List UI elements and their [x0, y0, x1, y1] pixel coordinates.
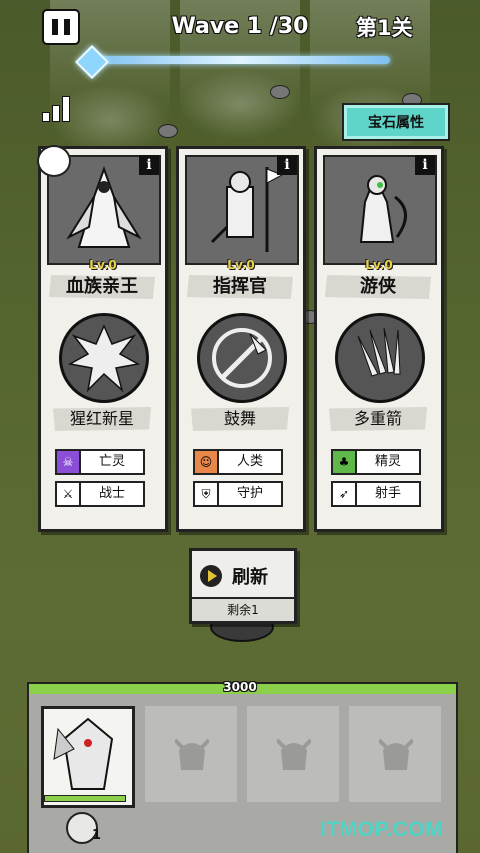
info-icon[interactable]: i [277, 155, 297, 175]
elf-icon: ♣ [331, 449, 357, 475]
trait-tag[interactable]: ⚔ 战士 [55, 481, 145, 507]
gem-attributes-button[interactable]: 宝石属性 [342, 103, 450, 141]
shield-icon: ⛨ [193, 481, 219, 507]
hero-slot-empty[interactable] [349, 706, 441, 802]
skill-name: 鼓舞 [191, 407, 289, 431]
hero-card-commander[interactable]: i Lv.0 指挥官 鼓舞 ☺ 人类 ⛨ 守护 [176, 146, 306, 532]
slot-hp-bar [44, 795, 126, 802]
skull-emblem-icon [37, 145, 71, 177]
skill-name: 猩红新星 [53, 407, 151, 431]
refresh-label: 刷新 [232, 567, 268, 588]
enemy-creature [270, 85, 290, 99]
trait-tag[interactable]: ☺ 人类 [193, 449, 283, 475]
skill-icon-crimson-nova [59, 313, 149, 403]
helmet-icon [277, 738, 311, 770]
helmet-icon [175, 738, 209, 770]
orb-count: 1 [92, 828, 102, 843]
helmet-icon [379, 738, 413, 770]
base-hp-value: 3000 [223, 680, 257, 694]
undead-icon: ☠ [55, 449, 81, 475]
hero-name: 血族亲王 [49, 275, 155, 299]
trait-label: 射手 [374, 486, 401, 501]
game-scene: Wave 1 /30 第1关 宝石属性 i Lv.0 血族亲王 猩红新星 ☠ 亡… [0, 0, 480, 853]
hero-slot-occupied[interactable] [41, 706, 135, 808]
trait-tag[interactable]: ♣ 精灵 [331, 449, 421, 475]
enemy-creature [158, 124, 178, 138]
trait-label: 守护 [236, 486, 263, 501]
skill-icon-inspire [197, 313, 287, 403]
hero-slot-empty[interactable] [145, 706, 237, 802]
hero-card-ranger[interactable]: i Lv.0 游侠 多重箭 ♣ 精灵 ➶ 射手 [314, 146, 444, 532]
archer-icon: ➶ [331, 481, 357, 507]
info-icon[interactable]: i [415, 155, 435, 175]
skill-icon-multishot [335, 313, 425, 403]
pause-button[interactable] [42, 9, 80, 45]
wave-progress-bar [90, 56, 390, 64]
skill-name: 多重箭 [329, 407, 427, 431]
warrior-icon: ⚔ [55, 481, 81, 507]
level-label: 第1关 [356, 16, 413, 40]
trait-tag[interactable]: ⛨ 守护 [193, 481, 283, 507]
hero-slot-empty[interactable] [247, 706, 339, 802]
info-icon[interactable]: i [139, 155, 159, 175]
trait-tag[interactable]: ☠ 亡灵 [55, 449, 145, 475]
pause-icon [52, 19, 58, 35]
watermark: ITMOP.COM [320, 818, 444, 841]
trait-label: 亡灵 [98, 454, 125, 469]
trait-tag[interactable]: ➶ 射手 [331, 481, 421, 507]
hero-level: Lv.0 [89, 258, 117, 272]
trait-label: 人类 [236, 454, 263, 469]
trait-label: 战士 [98, 486, 125, 501]
bar-chart-icon[interactable] [42, 96, 72, 122]
play-icon [200, 565, 222, 587]
refresh-button[interactable]: 刷新 剩余1 [189, 548, 297, 624]
hero-card-vampire-prince[interactable]: i Lv.0 血族亲王 猩红新星 ☠ 亡灵 ⚔ 战士 [37, 145, 168, 532]
hero-level: Lv.0 [227, 258, 255, 272]
hero-name: 游侠 [325, 275, 431, 299]
hero-name: 指挥官 [187, 275, 293, 299]
human-icon: ☺ [193, 449, 219, 475]
wave-counter: Wave 1 /30 [171, 14, 309, 39]
hero-level: Lv.0 [365, 258, 393, 272]
trait-label: 精灵 [374, 454, 401, 469]
refresh-remaining: 剩余1 [192, 597, 294, 621]
